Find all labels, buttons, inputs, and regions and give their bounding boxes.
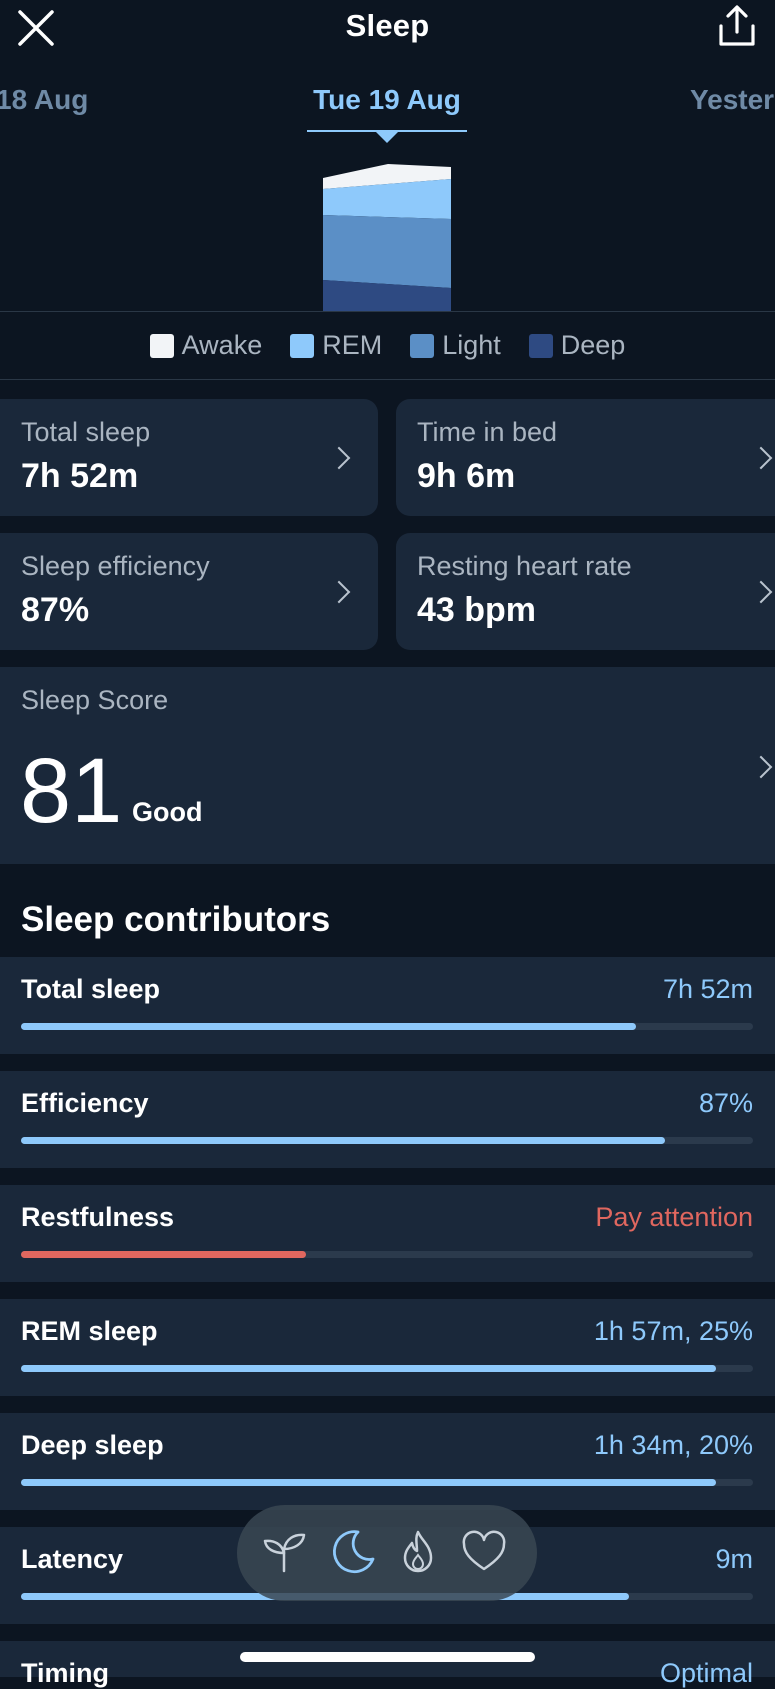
nav-activity[interactable] [393,1527,443,1577]
chevron-right-icon [327,446,351,470]
contributor-progress-fill [21,1365,717,1372]
contributor-progress-track [21,1365,753,1372]
contributor-progress-track [21,1251,753,1258]
date-previous[interactable]: 18 Aug [0,84,88,116]
share-icon [719,5,755,46]
sleep-stages-chart [323,164,451,311]
legend-light-swatch [410,333,435,358]
sleep-score-card[interactable]: Sleep Score 81 Good [0,667,775,864]
resting-heart-rate-card[interactable]: Resting heart rate 43 bpm [396,533,775,650]
legend-deep: Deep [528,330,626,361]
total-sleep-label: Total sleep [21,417,151,447]
time-in-bed-label: Time in bed [417,417,558,447]
contributor-progress-fill [21,1023,636,1030]
nav-heart[interactable] [459,1527,509,1577]
legend-rem-label: REM [322,330,383,360]
contributor-label: Latency [21,1544,124,1574]
activity-flame-icon [403,1530,433,1573]
legend-rem: REM [290,330,382,361]
legend-deep-label: Deep [560,330,626,360]
legend-awake-swatch [149,333,174,358]
sleep-efficiency-value: 87% [21,591,90,629]
contributor-restfulness[interactable]: Restfulness Pay attention [0,1185,775,1282]
date-next[interactable]: Yester [690,84,774,116]
contributor-label: Total sleep [21,974,161,1004]
contributor-rem-sleep[interactable]: REM sleep 1h 57m, 25% [0,1299,775,1396]
time-in-bed-value: 9h 6m [417,457,516,495]
resting-heart-rate-label: Resting heart rate [417,551,632,581]
legend-rem-swatch [290,333,315,358]
chevron-right-icon [749,580,773,604]
time-in-bed-card[interactable]: Time in bed 9h 6m [396,399,775,516]
contributor-label: Timing [21,1658,110,1688]
legend-light-label: Light [442,330,501,360]
legend-divider [0,379,775,380]
stage-legend: Awake REM Light Deep [0,330,775,361]
legend-light: Light [410,330,501,361]
date-pointer-arrow [376,132,398,143]
bottom-navigation [237,1505,537,1601]
contributor-label: Efficiency [21,1088,149,1118]
share-button[interactable] [713,2,761,50]
contributor-value: 7h 52m [662,974,753,1004]
resting-heart-rate-value: 43 bpm [417,591,537,629]
contributor-deep-sleep[interactable]: Deep sleep 1h 34m, 20% [0,1413,775,1510]
chevron-right-icon [749,755,773,779]
chart-baseline [0,311,775,312]
page-title: Sleep [345,8,430,43]
legend-deep-swatch [528,333,553,358]
contributor-value: 87% [698,1088,753,1118]
total-sleep-value: 7h 52m [21,457,139,495]
contributor-value: 9m [715,1544,753,1574]
contributor-value: 1h 34m, 20% [593,1430,753,1460]
contributor-value: Optimal [659,1658,753,1688]
contributor-progress-track [21,1479,753,1486]
contributor-label: Deep sleep [21,1430,164,1460]
contributor-efficiency[interactable]: Efficiency 87% [0,1071,775,1168]
legend-awake-label: Awake [181,330,263,360]
chevron-right-icon [749,446,773,470]
nav-sleep[interactable] [327,1527,377,1577]
sleep-score-label: Sleep Score [21,685,169,715]
readiness-sprout-icon [263,1533,306,1573]
chevron-right-icon [327,580,351,604]
sleep-efficiency-label: Sleep efficiency [21,551,210,581]
contributor-total-sleep[interactable]: Total sleep 7h 52m [0,957,775,1054]
total-sleep-card[interactable]: Total sleep 7h 52m [0,399,378,516]
home-indicator[interactable] [240,1652,535,1662]
contributor-label: REM sleep [21,1316,158,1346]
contributor-progress-fill [21,1251,307,1258]
date-current[interactable]: Tue 19 Aug [307,84,467,116]
sleep-score-status: Good [132,797,203,827]
legend-awake: Awake [149,330,263,361]
contributor-label: Restfulness [21,1202,175,1232]
stage-light-band [323,215,451,288]
nav-readiness[interactable] [260,1527,310,1577]
contributor-progress-track [21,1023,753,1030]
sleep-moon-icon [333,1530,375,1574]
contributor-progress-fill [21,1137,666,1144]
sleep-score-value: 81 [20,740,123,842]
sleep-efficiency-card[interactable]: Sleep efficiency 87% [0,533,378,650]
contributors-title: Sleep contributors [21,900,331,939]
heart-icon [462,1530,506,1571]
contributor-progress-fill [21,1479,717,1486]
contributor-value: Pay attention [595,1202,753,1232]
contributor-value: 1h 57m, 25% [593,1316,753,1346]
contributor-progress-track [21,1137,753,1144]
